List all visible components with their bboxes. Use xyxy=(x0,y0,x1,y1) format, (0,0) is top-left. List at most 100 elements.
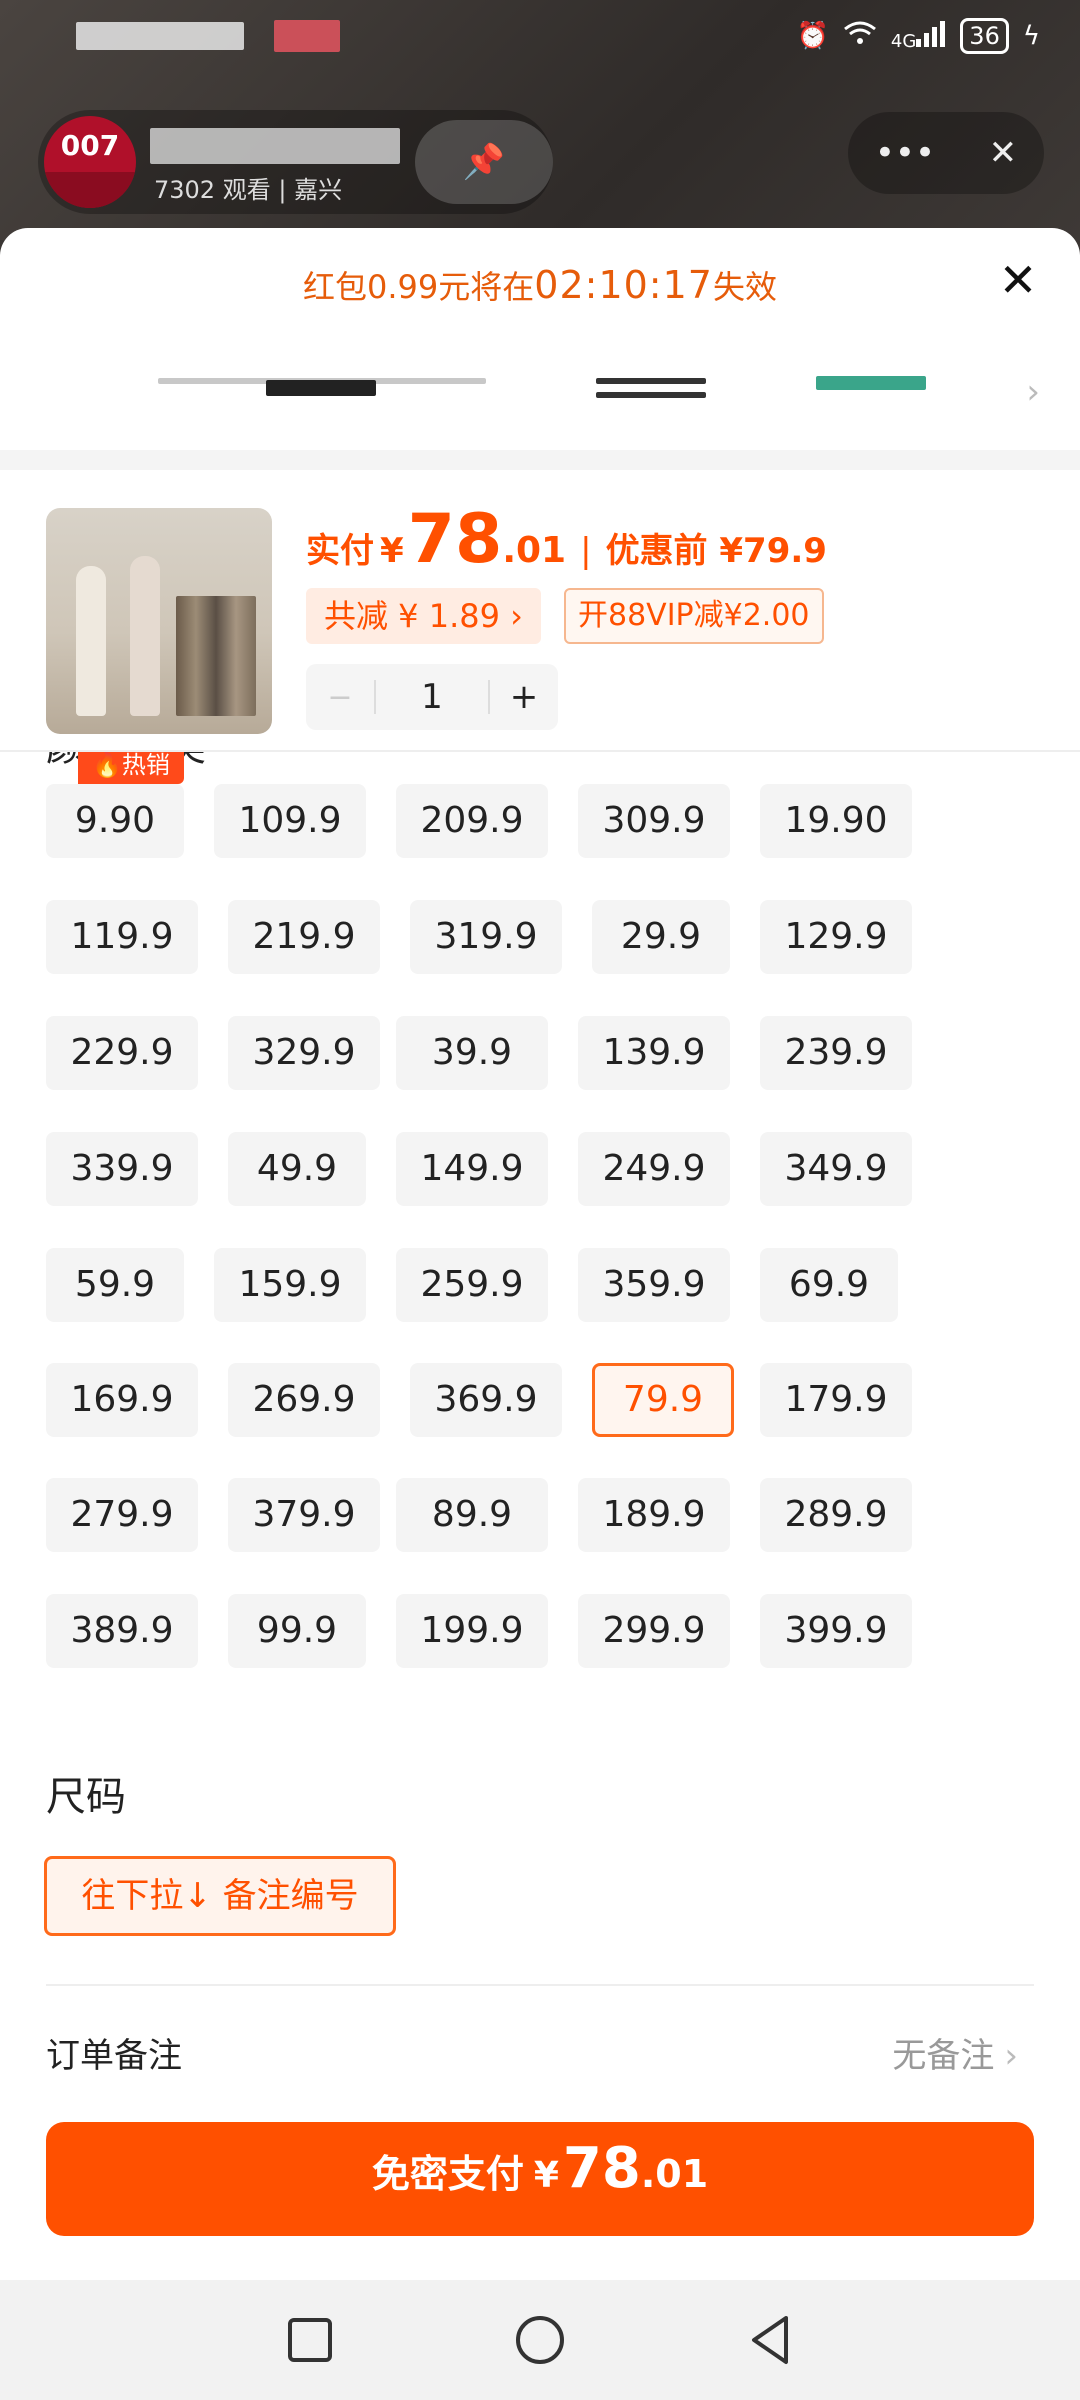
option-chip[interactable]: 269.9 xyxy=(228,1363,380,1437)
room-meta: 7302 观看 | 嘉兴 xyxy=(154,170,342,205)
more-icon[interactable]: ••• xyxy=(875,133,935,173)
option-chip[interactable]: 349.9 xyxy=(760,1132,912,1206)
order-remark-row[interactable]: 无备注 › xyxy=(892,2028,1018,2077)
pay-button-price-dec: .01 xyxy=(640,2152,709,2196)
pay-button-label: 免密支付 xyxy=(371,2152,524,2196)
discount-chip[interactable]: 共减 ¥ 1.89 › xyxy=(306,588,541,644)
mannequin-2 xyxy=(130,556,160,716)
increase-button[interactable]: + xyxy=(490,677,558,717)
system-nav-bar xyxy=(0,2280,1080,2400)
option-chip[interactable]: 189.9 xyxy=(578,1478,730,1552)
order-remark-label: 订单备注 xyxy=(46,2036,182,2076)
original-price: 优惠前 ¥79.9 xyxy=(605,531,827,571)
option-chip[interactable]: 109.9 xyxy=(214,784,366,858)
quantity-stepper: − 1 + xyxy=(306,664,558,730)
location-label: 嘉兴 xyxy=(294,176,343,204)
option-chip[interactable]: 249.9 xyxy=(578,1132,730,1206)
pay-label: 实付 xyxy=(306,531,374,571)
option-chip[interactable]: 149.9 xyxy=(396,1132,548,1206)
back-icon[interactable] xyxy=(740,2310,800,2370)
top-actions-pill: ••• ✕ xyxy=(848,112,1044,194)
time-blurred xyxy=(76,22,244,50)
size-section-title: 尺码 xyxy=(46,1774,126,1820)
battery-icon: 36 xyxy=(960,18,1009,54)
option-chip[interactable]: 199.9 xyxy=(396,1594,548,1668)
option-chip[interactable]: 309.9 xyxy=(578,784,730,858)
size-option-chip[interactable]: 往下拉↓ 备注编号 xyxy=(44,1856,396,1936)
countdown-timer: 02:10:17 xyxy=(534,263,713,307)
tabs-chevron-icon[interactable]: › xyxy=(1026,372,1040,412)
option-chip[interactable]: 169.9 xyxy=(46,1363,198,1437)
mannequin-1 xyxy=(76,566,106,716)
option-chip[interactable]: 339.9 xyxy=(46,1132,198,1206)
pay-button[interactable]: 免密支付 ¥ 78 .01 xyxy=(46,2122,1034,2236)
option-chip[interactable]: 399.9 xyxy=(760,1594,912,1668)
charging-icon: ϟ xyxy=(1022,21,1040,51)
price-separator: | xyxy=(580,531,592,571)
pin-icon: 📌 xyxy=(462,142,506,182)
option-chip[interactable]: 279.9 xyxy=(46,1478,198,1552)
option-chip[interactable]: 389.9 xyxy=(46,1594,198,1668)
option-chip[interactable]: 9.90 xyxy=(46,784,184,858)
tab-1-active[interactable] xyxy=(266,380,376,396)
option-chip[interactable]: 259.9 xyxy=(396,1248,548,1322)
option-chip[interactable]: 139.9 xyxy=(578,1016,730,1090)
option-chip[interactable]: 219.9 xyxy=(228,900,380,974)
purchase-sheet: 红包0.99元将在02:10:17失效 ✕ › 实付 ¥ 78 .01 | 优惠… xyxy=(0,228,1080,2280)
avatar-text: 007 xyxy=(60,129,120,162)
decrease-button[interactable]: − xyxy=(306,680,374,715)
option-chip[interactable]: 319.9 xyxy=(410,900,562,974)
option-chip[interactable]: 329.9 xyxy=(228,1016,380,1090)
option-chip[interactable]: 29.9 xyxy=(592,900,730,974)
status-bar: ⏰ 4G 36 ϟ xyxy=(0,0,1080,72)
close-sheet-icon[interactable]: ✕ xyxy=(996,257,1040,303)
tab-3[interactable] xyxy=(816,376,926,390)
status-icons: ⏰ 4G 36 ϟ xyxy=(797,14,1040,58)
pin-button[interactable]: 📌 xyxy=(415,120,553,204)
option-chip[interactable]: 299.9 xyxy=(578,1594,730,1668)
option-chip[interactable]: 39.9 xyxy=(396,1016,548,1090)
option-chip[interactable]: 209.9 xyxy=(396,784,548,858)
product-image[interactable] xyxy=(46,508,272,734)
option-chip[interactable]: 359.9 xyxy=(578,1248,730,1322)
option-chip[interactable]: 19.90 xyxy=(760,784,912,858)
section-divider xyxy=(46,1984,1034,1986)
option-chip[interactable]: 289.9 xyxy=(760,1478,912,1552)
close-live-icon[interactable]: ✕ xyxy=(989,133,1018,173)
option-chip[interactable]: 49.9 xyxy=(228,1132,366,1206)
tab-2[interactable] xyxy=(596,378,706,384)
option-chip[interactable]: 119.9 xyxy=(46,900,198,974)
option-chip[interactable]: 99.9 xyxy=(228,1594,366,1668)
color-options: 颜色分类 9.90 109.9 209.9 309.9 19.90 🔥热销 11… xyxy=(0,752,1080,1932)
currency-symbol: ¥ xyxy=(380,531,404,571)
option-chip[interactable]: 69.9 xyxy=(760,1248,898,1322)
recents-icon[interactable] xyxy=(280,2310,340,2370)
home-icon[interactable] xyxy=(510,2310,570,2370)
option-chip[interactable]: 379.9 xyxy=(228,1478,380,1552)
option-chip[interactable]: 239.9 xyxy=(760,1016,912,1090)
option-chip[interactable]: 179.9 xyxy=(760,1363,912,1437)
meta-divider: | xyxy=(278,176,287,204)
section-gap xyxy=(0,450,1080,470)
streamer-avatar[interactable]: 007 xyxy=(44,116,136,208)
option-chip[interactable]: 369.9 xyxy=(410,1363,562,1437)
wifi-icon xyxy=(843,19,877,54)
option-chip[interactable]: 129.9 xyxy=(760,900,912,974)
pay-button-price-int: 78 xyxy=(562,2136,641,2201)
price-integer: 78 xyxy=(407,500,503,579)
order-remark-value: 无备注 xyxy=(892,2036,995,2076)
option-chip[interactable]: 89.9 xyxy=(396,1478,548,1552)
quantity-value[interactable]: 1 xyxy=(376,677,488,717)
option-chip[interactable]: 229.9 xyxy=(46,1016,198,1090)
viewer-count: 7302 观看 xyxy=(154,176,271,204)
price-line: 实付 ¥ 78 .01 | 优惠前 ¥79.9 xyxy=(306,500,827,579)
option-chip[interactable]: 159.9 xyxy=(214,1248,366,1322)
vip-chip[interactable]: 开88VIP减¥2.00 xyxy=(564,588,824,644)
streamer-name-blurred xyxy=(150,128,400,164)
product-tabs: › xyxy=(0,360,1080,440)
red-packet-prefix: 红包0.99元将在 xyxy=(303,268,535,306)
clothing-rack xyxy=(176,596,256,716)
tab-2-bottom xyxy=(596,392,706,398)
option-chip[interactable]: 59.9 xyxy=(46,1248,184,1322)
option-chip-selected[interactable]: 79.9 xyxy=(592,1363,734,1437)
